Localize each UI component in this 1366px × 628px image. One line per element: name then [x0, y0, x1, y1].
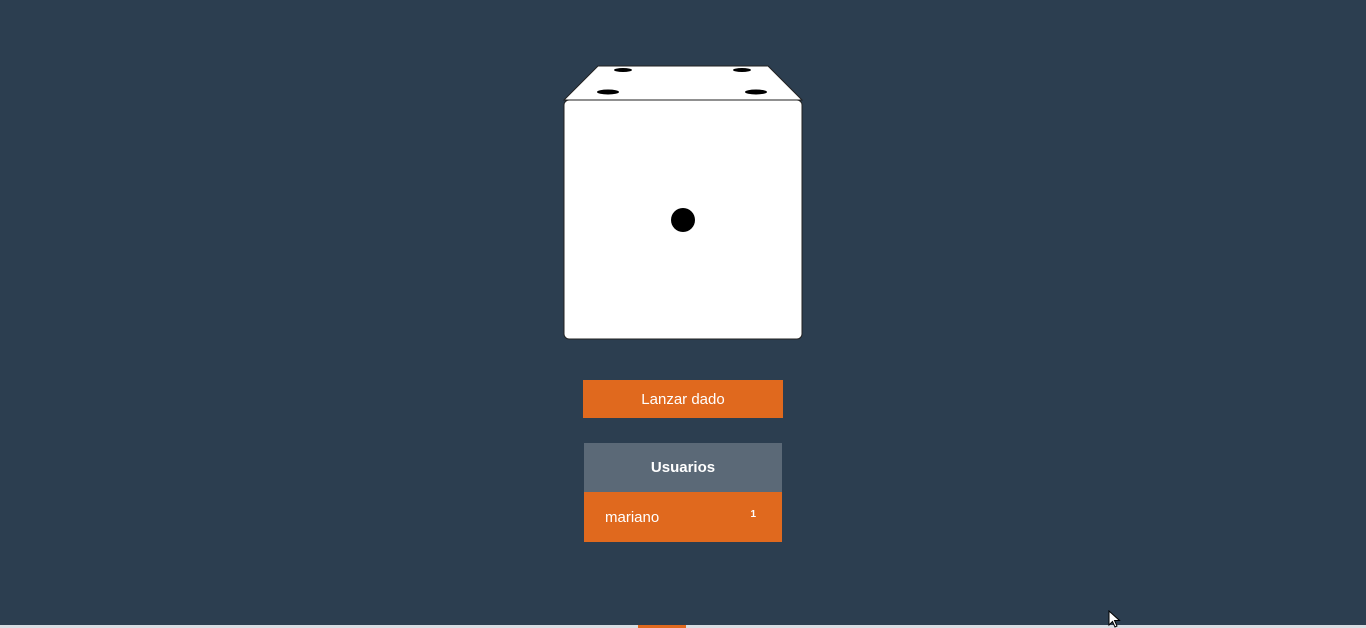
dice-top-pip: [597, 89, 619, 95]
users-panel: Usuarios mariano 1: [584, 443, 782, 542]
user-list-item[interactable]: mariano 1: [584, 492, 782, 542]
dice-top-pip: [733, 68, 751, 72]
dice-front-pip: [671, 208, 695, 232]
user-score: 1: [750, 509, 756, 520]
game-stage: Lanzar dado Usuarios mariano 1: [0, 0, 1366, 628]
users-panel-title: Usuarios: [584, 443, 782, 492]
dice-top-pip: [745, 89, 767, 95]
roll-dice-button[interactable]: Lanzar dado: [583, 380, 783, 418]
dice[interactable]: [562, 64, 804, 342]
dice-top-pip: [614, 68, 632, 72]
mouse-cursor-icon: [1108, 610, 1121, 628]
dice-graphic: [562, 65, 804, 340]
user-name: mariano: [605, 508, 660, 526]
dice-top-face: [562, 65, 804, 101]
